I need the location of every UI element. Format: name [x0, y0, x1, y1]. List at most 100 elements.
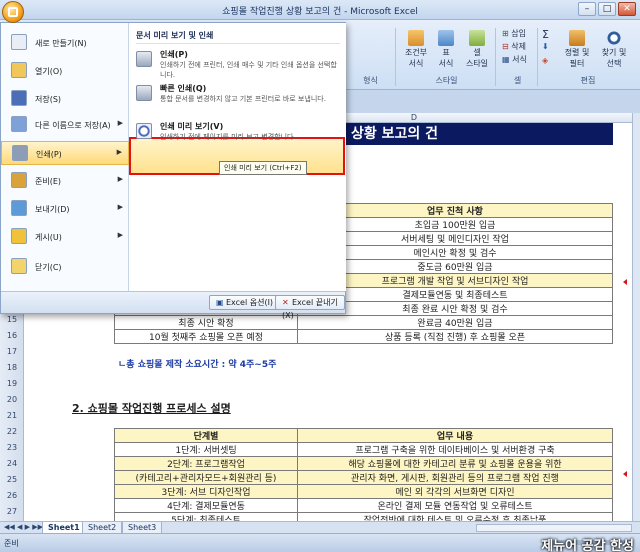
row-number[interactable]: 15: [0, 315, 24, 324]
report-title-banner: 상황 보고의 건: [345, 123, 613, 145]
menu-item-9[interactable]: 닫기(C): [1, 255, 129, 279]
row-number[interactable]: 25: [0, 475, 24, 484]
print-option-2[interactable]: 빠른 인쇄(Q) 통합 문서를 변경하지 않고 기본 프린터로 바로 보냅니다.: [134, 83, 344, 117]
table-cell[interactable]: 상품 등록 (직접 진행) 후 쇼핑몰 오픈: [297, 329, 613, 344]
row-number[interactable]: 19: [0, 379, 24, 388]
table-row: 4단계: 결제모듈연동 온라인 결제 모듈 연동작업 및 오류테스트: [114, 498, 613, 513]
table-cell[interactable]: 1단계: 서버셋팅: [114, 442, 298, 457]
submenu-arrow-icon: ▶: [117, 175, 123, 183]
format-cells-button[interactable]: ▦ 서식: [502, 54, 527, 65]
horizontal-scrollbar[interactable]: [476, 524, 632, 532]
row-number[interactable]: 20: [0, 395, 24, 404]
new-doc-icon: [11, 34, 27, 50]
conditional-format-button[interactable]: 조건부 서식: [402, 30, 430, 69]
row-number[interactable]: 23: [0, 443, 24, 452]
tab-nav-icon[interactable]: ◀◀ ◀ ▶ ▶▶: [4, 523, 43, 531]
row-number[interactable]: 27: [0, 507, 24, 516]
submenu-arrow-icon: ▶: [117, 231, 123, 239]
menu-item-3[interactable]: 저장(S): [1, 87, 129, 111]
clear-icon[interactable]: ◈: [542, 56, 548, 65]
table-row: 10월 첫째주 쇼핑몰 오픈 예정 상품 등록 (직접 진행) 후 쇼핑몰 오픈: [114, 329, 613, 344]
submenu-title: 문서 미리 보기 및 인쇄: [136, 31, 214, 40]
table-cell[interactable]: 완료금 40만원 입금: [297, 315, 613, 330]
table-format-button[interactable]: 표 서식: [432, 30, 460, 69]
insert-label: 삽입: [511, 29, 526, 38]
conditional-format-icon: [408, 30, 424, 46]
table-cell[interactable]: 3단계: 서브 디자인작업: [114, 484, 298, 499]
table-cell[interactable]: 최종 시안 확정: [114, 315, 298, 330]
print-option-title: 인쇄(P): [160, 50, 188, 59]
close-button[interactable]: ✕: [618, 2, 636, 16]
autosum-icon[interactable]: Σ: [542, 28, 549, 41]
office-menu-footer: ▣ Excel 옵션(I) ✕ Excel 끝내기(X): [1, 291, 345, 320]
ribbon-group-label: 형식: [363, 76, 378, 85]
vertical-scrollbar[interactable]: [632, 113, 640, 521]
table-cell[interactable]: 온라인 결제 모듈 연동작업 및 오류테스트: [297, 498, 613, 513]
cell-style-icon: [469, 30, 485, 46]
menu-item-label: 보내기(D): [35, 205, 70, 214]
row-number[interactable]: 21: [0, 411, 24, 420]
minimize-button[interactable]: –: [578, 2, 596, 16]
print-option-description: 통합 문서를 변경하지 않고 기본 프린터로 바로 보냅니다.: [160, 95, 326, 103]
table-cell[interactable]: 4단계: 결제모듈연동: [114, 498, 298, 513]
table-cell[interactable]: 메인 외 각각의 서브화면 디자인: [297, 484, 613, 499]
office-menu: 새로 만들기(N) 열기(O) 저장(S) 다른 이름으로 저장(A) ▶ 인쇄(P) ▶ 준…: [0, 22, 346, 320]
menu-item-5[interactable]: 인쇄(P) ▶: [1, 141, 129, 165]
menu-item-1[interactable]: 새로 만들기(N): [1, 31, 129, 55]
save-as-icon: [11, 116, 27, 132]
ribbon-group-label: 스타일: [435, 76, 458, 85]
delete-cells-button[interactable]: ⊟ 삭제: [502, 41, 526, 52]
table-header[interactable]: 단계별: [114, 428, 298, 443]
table-cell[interactable]: 프로그램 구축을 위한 데이타베이스 및 서버환경 구축: [297, 442, 613, 457]
cell-style-button[interactable]: 셀 스타일: [462, 30, 492, 69]
close-doc-icon: [11, 258, 27, 274]
menu-item-7[interactable]: 보내기(D) ▶: [1, 197, 129, 221]
status-ready: 준비: [4, 539, 19, 548]
column-header-d[interactable]: D: [404, 113, 424, 122]
maximize-button[interactable]: □: [598, 2, 616, 16]
publish-icon: [11, 228, 27, 244]
excel-options-button[interactable]: ▣ Excel 옵션(I): [209, 295, 281, 310]
office-menu-commands: 새로 만들기(N) 열기(O) 저장(S) 다른 이름으로 저장(A) ▶ 인쇄(P) ▶ 준…: [1, 23, 129, 291]
send-icon: [11, 200, 27, 216]
table-header[interactable]: 업무 내용: [297, 428, 613, 443]
sort-filter-button[interactable]: 정렬 및 필터: [560, 30, 594, 69]
excel-options-label: Excel 옵션(I): [226, 298, 274, 307]
find-select-button[interactable]: 찾기 및 선택: [596, 30, 632, 69]
row-number[interactable]: 18: [0, 363, 24, 372]
print-option-description: 인쇄하기 전에 페이지를 미리 보고 변경합니다.: [160, 133, 296, 141]
row-number[interactable]: 17: [0, 347, 24, 356]
office-button[interactable]: [2, 1, 24, 23]
print-option-1[interactable]: 인쇄(P) 인쇄하기 전에 프린터, 인쇄 매수 및 기타 인쇄 옵션을 선택합니…: [134, 49, 344, 83]
row-number[interactable]: 26: [0, 491, 24, 500]
divider: [136, 43, 340, 44]
table-cell[interactable]: 관리자 화면, 게시판, 회원관리 등의 프로그램 작업 진행: [297, 470, 613, 485]
insert-cells-button[interactable]: ⊞ 삽입: [502, 28, 526, 39]
ribbon-group-label: 셀: [513, 76, 522, 85]
submenu-arrow-icon: ▶: [117, 203, 123, 211]
fill-icon[interactable]: ⬇: [542, 42, 549, 51]
menu-item-2[interactable]: 열기(O): [1, 59, 129, 83]
sort-filter-icon: [569, 30, 585, 46]
table-row: 3단계: 서브 디자인작업 메인 외 각각의 서브화면 디자인: [114, 484, 613, 499]
exit-excel-button[interactable]: ✕ Excel 끝내기(X): [275, 295, 345, 320]
print-option-title: 인쇄 미리 보기(V): [160, 122, 224, 131]
table-format-icon: [438, 30, 454, 46]
menu-item-6[interactable]: 준비(E) ▶: [1, 169, 129, 193]
row-number[interactable]: 16: [0, 331, 24, 340]
menu-item-8[interactable]: 게시(U) ▶: [1, 225, 129, 249]
table-cell[interactable]: 10월 첫째주 쇼핑몰 오픈 예정: [114, 329, 298, 344]
menu-item-label: 새로 만들기(N): [35, 39, 87, 48]
table-cell[interactable]: (카테고리+관리자모드+회원관리 등): [114, 470, 298, 485]
menu-item-4[interactable]: 다른 이름으로 저장(A) ▶: [1, 113, 129, 137]
menu-item-label: 인쇄(P): [36, 150, 62, 159]
table-cell[interactable]: 해당 쇼핑몰에 대한 카테고리 분류 및 쇼핑몰 운용을 위한: [297, 456, 613, 471]
printer-icon: [136, 85, 152, 101]
print-option-3[interactable]: 인쇄 미리 보기(V) 인쇄하기 전에 페이지를 미리 보고 변경합니다.: [134, 121, 344, 155]
row-number[interactable]: 22: [0, 427, 24, 436]
ribbon-group-label: 편집: [580, 76, 596, 85]
office-logo-icon: [8, 7, 18, 17]
menu-item-label: 닫기(C): [35, 263, 62, 272]
table-cell[interactable]: 2단계: 프로그램작업: [114, 456, 298, 471]
row-number[interactable]: 24: [0, 459, 24, 468]
